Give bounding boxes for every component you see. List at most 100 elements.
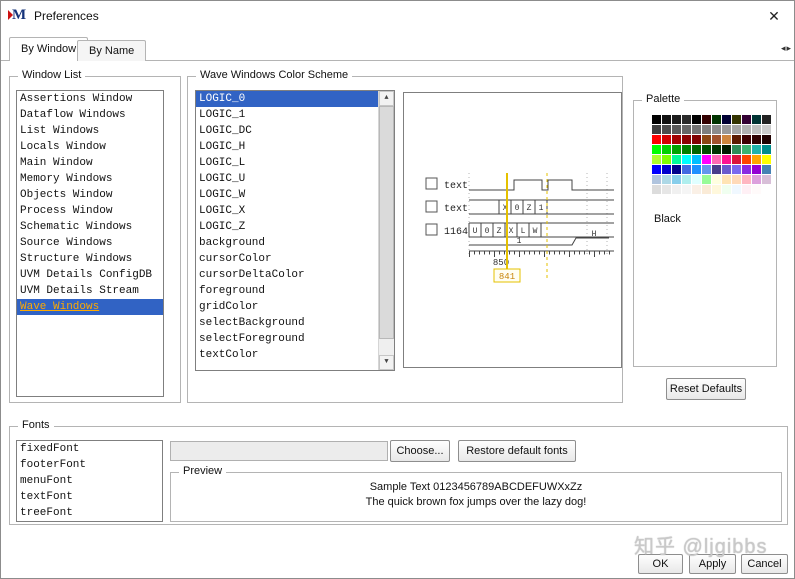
palette-color-swatch[interactable] xyxy=(762,115,771,124)
palette-color-swatch[interactable] xyxy=(662,135,671,144)
palette-color-swatch[interactable] xyxy=(682,165,691,174)
palette-color-swatch[interactable] xyxy=(702,165,711,174)
palette-color-swatch[interactable] xyxy=(702,185,711,194)
palette-color-swatch[interactable] xyxy=(702,175,711,184)
palette-color-swatch[interactable] xyxy=(742,125,751,134)
list-item[interactable]: menuFont xyxy=(17,473,162,489)
palette-color-swatch[interactable] xyxy=(752,135,761,144)
list-item[interactable]: cursorDeltaColor xyxy=(196,267,394,283)
palette-color-swatch[interactable] xyxy=(752,115,761,124)
palette-color-swatch[interactable] xyxy=(722,145,731,154)
palette-color-swatch[interactable] xyxy=(762,185,771,194)
palette-color-swatch[interactable] xyxy=(672,175,681,184)
color-scheme-listbox[interactable]: ▲ ▼ LOGIC_0 LOGIC_1 LOGIC_DC LOGIC_H LOGIC_L… xyxy=(195,90,395,371)
list-item[interactable]: gridColor xyxy=(196,299,394,315)
palette-color-swatch[interactable] xyxy=(722,175,731,184)
palette-color-swatch[interactable] xyxy=(742,165,751,174)
palette-color-swatch[interactable] xyxy=(672,185,681,194)
palette-color-swatch[interactable] xyxy=(732,125,741,134)
palette-color-swatch[interactable] xyxy=(712,135,721,144)
palette-color-swatch[interactable] xyxy=(692,145,701,154)
palette-color-swatch[interactable] xyxy=(722,115,731,124)
palette-color-swatch[interactable] xyxy=(652,165,661,174)
palette-color-swatch[interactable] xyxy=(672,155,681,164)
list-item[interactable]: foreground xyxy=(196,283,394,299)
list-item[interactable]: fixedFont xyxy=(17,441,162,457)
palette-color-swatch[interactable] xyxy=(732,135,741,144)
palette-color-swatch[interactable] xyxy=(722,185,731,194)
list-item[interactable]: List Windows xyxy=(17,123,163,139)
palette-color-swatch[interactable] xyxy=(742,135,751,144)
list-item[interactable]: Source Windows xyxy=(17,235,163,251)
palette-color-swatch[interactable] xyxy=(752,125,761,134)
palette-color-swatch[interactable] xyxy=(692,175,701,184)
wave-checkbox-2[interactable] xyxy=(425,200,438,213)
wave-checkbox-3[interactable] xyxy=(425,223,438,236)
palette-color-swatch[interactable] xyxy=(712,125,721,134)
palette-color-swatch[interactable] xyxy=(652,155,661,164)
palette-color-swatch[interactable] xyxy=(692,125,701,134)
palette-color-swatch[interactable] xyxy=(682,155,691,164)
list-item[interactable]: Memory Windows xyxy=(17,171,163,187)
palette-color-swatch[interactable] xyxy=(732,155,741,164)
palette-color-swatch[interactable] xyxy=(702,155,711,164)
palette-color-swatch[interactable] xyxy=(722,155,731,164)
palette-color-swatch[interactable] xyxy=(662,115,671,124)
list-item[interactable]: LOGIC_H xyxy=(196,139,394,155)
palette-color-swatch[interactable] xyxy=(742,145,751,154)
palette-color-swatch[interactable] xyxy=(652,185,661,194)
palette-color-swatch[interactable] xyxy=(722,135,731,144)
palette-color-swatch[interactable] xyxy=(752,185,761,194)
palette-color-swatch[interactable] xyxy=(732,175,741,184)
palette-color-swatch[interactable] xyxy=(702,115,711,124)
list-item[interactable]: LOGIC_X xyxy=(196,203,394,219)
list-item[interactable]: LOGIC_W xyxy=(196,187,394,203)
palette-color-swatch[interactable] xyxy=(732,185,741,194)
restore-default-fonts-button[interactable]: Restore default fonts xyxy=(458,440,576,462)
palette-color-swatch[interactable] xyxy=(752,155,761,164)
list-item[interactable]: Process Window xyxy=(17,203,163,219)
palette-color-swatch[interactable] xyxy=(712,185,721,194)
font-name-field[interactable] xyxy=(170,441,388,461)
palette-color-swatch[interactable] xyxy=(692,115,701,124)
palette-color-swatch[interactable] xyxy=(752,175,761,184)
list-item[interactable]: UVM Details ConfigDB xyxy=(17,267,163,283)
palette-color-swatch[interactable] xyxy=(692,155,701,164)
palette-color-swatch[interactable] xyxy=(652,135,661,144)
palette-color-swatch[interactable] xyxy=(712,115,721,124)
palette-color-swatch[interactable] xyxy=(762,155,771,164)
palette-color-swatch[interactable] xyxy=(682,145,691,154)
palette-color-swatch[interactable] xyxy=(712,165,721,174)
palette-color-swatch[interactable] xyxy=(682,135,691,144)
list-item[interactable]: textFont xyxy=(17,489,162,505)
palette-color-swatch[interactable] xyxy=(712,155,721,164)
palette-color-swatch[interactable] xyxy=(762,165,771,174)
scroll-right-icon[interactable]: ▸ xyxy=(786,43,792,53)
palette-color-swatch[interactable] xyxy=(702,145,711,154)
list-item[interactable]: treeFont xyxy=(17,505,162,521)
palette-color-swatch[interactable] xyxy=(652,125,661,134)
palette-color-swatch[interactable] xyxy=(662,175,671,184)
palette-color-swatch[interactable] xyxy=(682,125,691,134)
list-item[interactable]: Main Window xyxy=(17,155,163,171)
palette-color-swatch[interactable] xyxy=(752,165,761,174)
scrollbar-thumb[interactable] xyxy=(379,106,394,339)
palette-color-swatch[interactable] xyxy=(762,125,771,134)
palette-color-swatch[interactable] xyxy=(732,115,741,124)
palette-color-swatch[interactable] xyxy=(662,165,671,174)
list-item[interactable]: UVM Details Stream xyxy=(17,283,163,299)
choose-font-button[interactable]: Choose... xyxy=(390,440,450,462)
list-item[interactable]: LOGIC_DC xyxy=(196,123,394,139)
palette-color-swatch[interactable] xyxy=(652,175,661,184)
list-item[interactable]: selectBackground xyxy=(196,315,394,331)
reset-defaults-button[interactable]: Reset Defaults xyxy=(666,378,746,400)
palette-color-swatch[interactable] xyxy=(682,115,691,124)
list-item[interactable]: LOGIC_Z xyxy=(196,219,394,235)
palette-color-swatch[interactable] xyxy=(742,185,751,194)
palette-color-swatch[interactable] xyxy=(702,135,711,144)
palette-color-swatch[interactable] xyxy=(672,135,681,144)
window-listbox[interactable]: Assertions Window Dataflow Windows List Wi… xyxy=(16,90,164,397)
list-item[interactable]: Schematic Windows xyxy=(17,219,163,235)
list-item[interactable]: Assertions Window xyxy=(17,91,163,107)
list-item[interactable]: LOGIC_0 xyxy=(196,91,394,107)
